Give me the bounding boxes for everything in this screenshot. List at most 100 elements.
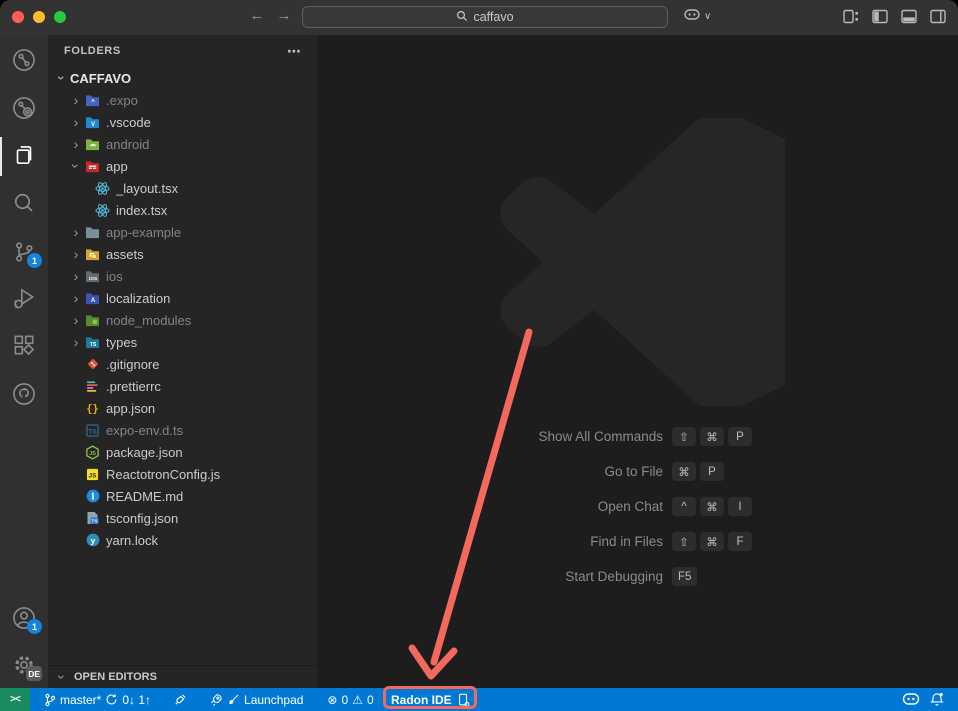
gitlens-inspect-icon[interactable] (0, 88, 48, 128)
tree-item-app-json[interactable]: › {} app.json (48, 397, 318, 419)
git-icon (84, 357, 101, 372)
copilot-icon[interactable] (902, 693, 920, 706)
tree-item-prettierrc[interactable]: › .prettierrc (48, 375, 318, 397)
source-control-badge: 1 (27, 253, 42, 268)
chevron-right-icon: › (68, 335, 84, 349)
minimize-window-button[interactable] (33, 11, 45, 23)
copilot-icon (683, 8, 701, 25)
keycap: ⌘ (700, 532, 724, 551)
tree-item-yarn-lock[interactable]: › y yarn.lock (48, 529, 318, 551)
tree-item-index-tsx[interactable]: index.tsx (48, 199, 318, 221)
tree-item-node-modules[interactable]: › node_modules (48, 309, 318, 331)
tree-item-app[interactable]: › app (48, 155, 318, 177)
close-window-button[interactable] (12, 11, 24, 23)
folder-app-icon (84, 159, 101, 174)
errors-count: 0 (341, 693, 348, 707)
rocket-icon (209, 693, 223, 707)
folder-expo-icon: ^ (84, 93, 101, 108)
chevron-right-icon: › (68, 115, 84, 129)
launchpad-label: Launchpad (244, 693, 303, 707)
branch-status-item[interactable]: master* 0↓ 1↑ (38, 688, 157, 711)
tree-item-label: app (106, 159, 128, 174)
vscode-logo-watermark (497, 118, 785, 411)
tree-item-label: package.json (106, 445, 183, 460)
tree-item-readme[interactable]: › i README.md (48, 485, 318, 507)
explorer-icon[interactable] (0, 135, 48, 175)
notifications-bell-icon[interactable] (930, 692, 944, 707)
tree-item-label: types (106, 335, 137, 350)
activity-bar: 1 1 DE (0, 35, 48, 688)
readme-info-icon: i (84, 489, 101, 504)
tree-item-layout-tsx[interactable]: _layout.tsx (48, 177, 318, 199)
tree-item-assets[interactable]: › assets (48, 243, 318, 265)
toggle-secondary-sidebar-icon[interactable] (930, 9, 946, 24)
tree-item-vscode[interactable]: › V .vscode (48, 111, 318, 133)
radon-ide-status-item[interactable]: Radon IDE (391, 688, 470, 711)
chevron-right-icon: › (68, 93, 84, 107)
copilot-menu-button[interactable]: ∨ (683, 8, 711, 25)
svg-text:V: V (91, 122, 95, 128)
tree-item-label: node_modules (106, 313, 191, 328)
tree-item-android[interactable]: › android (48, 133, 318, 155)
tree-item-label: .expo (106, 93, 138, 108)
tsconfig-icon: TS (84, 511, 101, 526)
more-actions-icon[interactable]: ⋯ (287, 43, 302, 60)
shortcut-label: Start Debugging (318, 569, 672, 584)
extensions-icon[interactable] (0, 325, 48, 365)
tree-item-label: README.md (106, 489, 183, 504)
tree-item-types[interactable]: › TS types (48, 331, 318, 353)
tree-root-caffavo[interactable]: › CAFFAVO (48, 67, 318, 89)
search-view-icon[interactable] (0, 183, 48, 223)
keycap: F5 (672, 567, 697, 586)
tree-item-tsconfig[interactable]: › TS tsconfig.json (48, 507, 318, 529)
tree-item-localization[interactable]: › A localization (48, 287, 318, 309)
problems-status-item[interactable]: ⊗ 0 ⚠ 0 (321, 688, 379, 711)
launchpad-status-item[interactable]: Launchpad (203, 688, 309, 711)
tree-item-gitignore[interactable]: › .gitignore (48, 353, 318, 375)
keycap: I (728, 497, 752, 516)
folder-assets-icon (84, 247, 101, 262)
remote-indicator[interactable]: >< (0, 688, 30, 711)
shortcut-row: Start Debugging F5 (318, 559, 878, 594)
accounts-icon[interactable]: 1 (0, 598, 48, 638)
run-debug-icon[interactable] (0, 278, 48, 318)
prettier-icon (84, 379, 101, 394)
svg-text:iOS: iOS (89, 275, 98, 281)
sync-icon (105, 693, 118, 706)
chevron-right-icon: › (68, 313, 84, 327)
folders-header-label: FOLDERS (64, 45, 121, 57)
zoom-window-button[interactable] (54, 11, 66, 23)
shortcut-row: Open Chat ^⌘I (318, 489, 878, 524)
settings-gear-icon[interactable]: DE (0, 645, 48, 685)
tree-item-label: tsconfig.json (106, 511, 178, 526)
svg-text:A: A (91, 298, 96, 304)
source-control-icon[interactable]: 1 (0, 232, 48, 272)
svg-text:TS: TS (90, 342, 97, 348)
error-icon: ⊗ (327, 693, 337, 707)
react-icon (94, 181, 111, 196)
warning-icon: ⚠ (352, 693, 363, 707)
back-button[interactable]: ← (247, 7, 267, 24)
folder-localization-icon: A (84, 291, 101, 306)
command-center-value: caffavo (473, 10, 513, 24)
customize-layout-icon[interactable] (843, 9, 859, 24)
tree-item-package-json[interactable]: › JS package.json (48, 441, 318, 463)
svg-text:{}: {} (86, 403, 98, 415)
tree-item-reactotron-config[interactable]: › JS ReactotronConfig.js (48, 463, 318, 485)
plug-icon (173, 693, 187, 707)
tree-item-ios[interactable]: › iOS ios (48, 265, 318, 287)
tree-item-expo[interactable]: › ^ .expo (48, 89, 318, 111)
brush-icon (227, 693, 240, 706)
command-center-search[interactable]: caffavo (302, 6, 668, 28)
svg-text:TS: TS (91, 519, 98, 525)
github-icon[interactable] (0, 374, 48, 414)
toggle-primary-sidebar-icon[interactable] (872, 9, 888, 24)
forward-button[interactable]: → (274, 7, 294, 24)
sync-label: 0↓ 1↑ (122, 693, 151, 707)
tree-item-app-example[interactable]: › app-example (48, 221, 318, 243)
toggle-panel-icon[interactable] (901, 9, 917, 24)
gitlens-icon[interactable] (0, 40, 48, 80)
ports-status-item[interactable] (167, 688, 193, 711)
open-editors-header[interactable]: › OPEN EDITORS (48, 665, 318, 688)
tree-item-expo-env[interactable]: › TS expo-env.d.ts (48, 419, 318, 441)
